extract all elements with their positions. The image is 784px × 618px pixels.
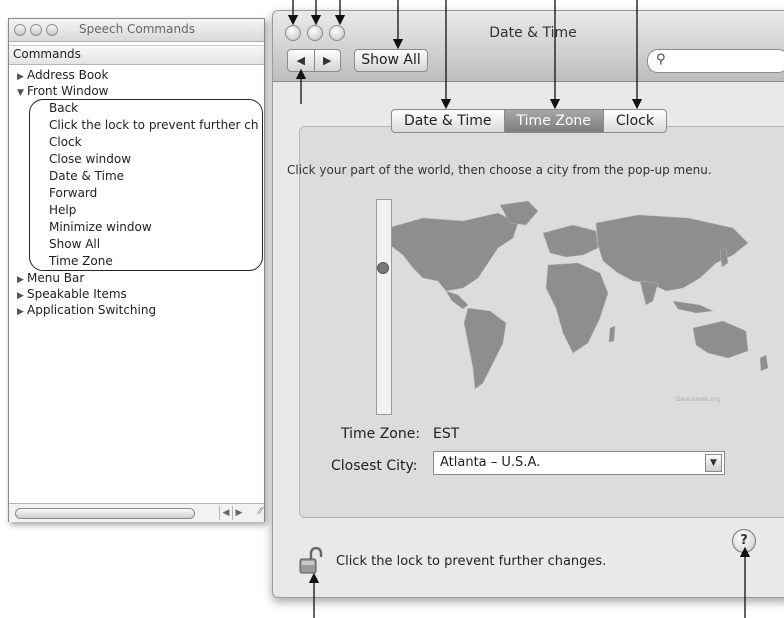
- tab-bar: Date & Time Time Zone Clock: [391, 109, 667, 133]
- date-time-window: Date & Time ◀ ▶ Show All ⚲ Date & Time T…: [272, 10, 784, 598]
- search-input[interactable]: ⚲: [647, 49, 784, 73]
- map-new-zealand: [759, 354, 769, 372]
- map-indonesia: [672, 300, 714, 314]
- scroll-left-arrow-icon[interactable]: ◀: [219, 506, 232, 520]
- help-button[interactable]: ?: [732, 529, 756, 553]
- map-australia: [692, 320, 749, 359]
- window-title: Date & Time: [489, 25, 577, 41]
- map-south-america: [463, 307, 507, 390]
- show-all-button[interactable]: Show All: [354, 49, 428, 72]
- horizontal-scrollbar[interactable]: ◀ ▶ ⁄⁄: [9, 503, 264, 522]
- title-bar[interactable]: Speech Commands: [9, 19, 264, 42]
- map-india: [639, 280, 659, 306]
- scroll-right-arrow-icon[interactable]: ▶: [232, 506, 245, 520]
- closest-city-select[interactable]: Atlanta – U.S.A. ▼: [433, 451, 725, 475]
- map-credit: Geonames.org: [676, 396, 720, 403]
- map-north-america: [387, 212, 519, 292]
- column-header[interactable]: Commands: [9, 45, 264, 65]
- window-title: Speech Commands: [79, 22, 195, 36]
- back-button[interactable]: ◀: [288, 50, 315, 71]
- time-zone-value: EST: [433, 426, 460, 442]
- map-central-america: [445, 290, 469, 310]
- speech-commands-window: Speech Commands Commands ▶ Address Book ▼…: [8, 18, 265, 522]
- tree-item-application-switching[interactable]: ▶ Application Switching: [17, 302, 156, 320]
- tab-date-time[interactable]: Date & Time: [392, 110, 505, 132]
- tree-item-label: Menu Bar: [27, 271, 85, 285]
- map-africa: [545, 262, 609, 354]
- instruction-text: Click your part of the world, then choos…: [287, 163, 712, 177]
- location-pin-icon: [377, 262, 389, 274]
- zoom-button[interactable]: [46, 24, 58, 36]
- tree-item-label: Front Window: [27, 84, 109, 98]
- world-map[interactable]: [328, 193, 784, 413]
- minimize-button[interactable]: [30, 24, 42, 36]
- column-header-label: Commands: [13, 47, 81, 61]
- tab-time-zone[interactable]: Time Zone: [504, 110, 604, 132]
- tab-clock[interactable]: Clock: [604, 110, 666, 132]
- closest-city-value: Atlanta – U.S.A.: [440, 455, 541, 470]
- tree-item-label: Address Book: [27, 68, 109, 82]
- scrollbar-thumb[interactable]: [15, 508, 195, 519]
- time-zone-label: Time Zone:: [341, 426, 421, 442]
- disclosure-triangle-open-icon[interactable]: ▼: [17, 85, 27, 101]
- lock-text: Click the lock to prevent further change…: [336, 554, 607, 569]
- forward-button[interactable]: ▶: [315, 50, 341, 71]
- disclosure-triangle-icon[interactable]: ▶: [17, 304, 27, 320]
- tree-item-label: Speakable Items: [27, 287, 127, 301]
- close-button[interactable]: [14, 24, 26, 36]
- back-forward-control: ◀ ▶: [287, 49, 341, 72]
- resize-grip-icon[interactable]: ⁄⁄: [259, 506, 262, 517]
- map-madagascar: [608, 325, 616, 343]
- search-icon: ⚲: [656, 52, 666, 67]
- tree-item-label: Application Switching: [27, 303, 157, 317]
- dropdown-arrow-icon[interactable]: ▼: [705, 454, 722, 472]
- closest-city-label: Closest City:: [331, 458, 418, 474]
- lock-icon[interactable]: [299, 547, 323, 575]
- callout-highlight-box: [29, 99, 263, 271]
- time-zone-highlight-strip: [376, 199, 392, 415]
- map-europe: [542, 224, 599, 258]
- toolbar: Date & Time ◀ ▶ Show All ⚲: [273, 11, 784, 82]
